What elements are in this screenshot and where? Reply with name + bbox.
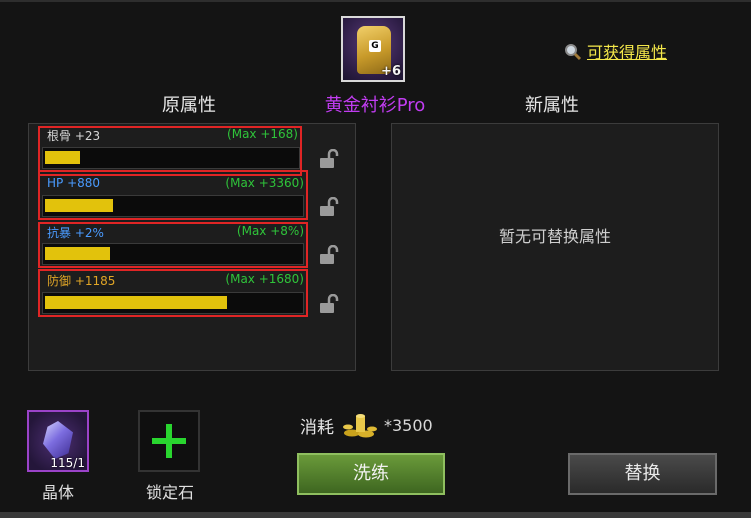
obtainable-attributes-label: 可获得属性 [587, 43, 668, 62]
original-attributes-header: 原属性 [162, 95, 216, 116]
unlock-icon[interactable] [319, 245, 341, 265]
crystal-icon [43, 421, 73, 459]
attribute-max: (Max +3360) [225, 176, 304, 190]
attribute-max: (Max +168) [227, 127, 298, 141]
crystal-slot[interactable]: 115/1 [27, 410, 89, 472]
new-attributes-header: 新属性 [525, 95, 579, 116]
plus-icon [152, 424, 186, 458]
lockstone-slot[interactable] [138, 410, 200, 472]
obtainable-attributes-link[interactable]: 可获得属性 [564, 39, 667, 63]
new-attributes-panel [391, 123, 719, 371]
attribute-label: 抗暴 +2% [47, 226, 104, 240]
crystal-label: 晶体 [41, 483, 74, 502]
attribute-bar-fill [45, 151, 80, 164]
attribute-label: 根骨 +23 [47, 129, 101, 143]
cost-value: *3500 [384, 415, 433, 435]
attribute-label: HP +880 [47, 176, 101, 190]
attribute-max: (Max +1680) [225, 272, 304, 286]
no-replaceable-attributes-message: 暂无可替换属性 [498, 227, 611, 246]
attribute-bar-track [42, 147, 300, 169]
unlock-icon[interactable] [319, 197, 341, 217]
attribute-label: 防御 +1185 [47, 274, 116, 288]
gold-coins-icon [343, 414, 377, 438]
magnifier-icon [565, 44, 582, 61]
attribute-max: (Max +8%) [236, 224, 304, 238]
attribute-bar-track [42, 195, 304, 217]
attribute-bar-track [42, 243, 304, 265]
refine-window: G +6 黄金衬衫Pro 可获得属性 原属性 新属性 根骨 +23 (Max +1… [0, 0, 751, 518]
attribute-bar-track [42, 292, 304, 314]
cost-label: 消耗 [300, 417, 334, 438]
unlock-icon[interactable] [319, 149, 341, 169]
item-name: 黄金衬衫Pro [324, 95, 426, 116]
attribute-bar-fill [45, 199, 113, 212]
attribute-bar-fill [45, 296, 227, 309]
cost-row: 消耗 *3500 [300, 412, 433, 438]
item-badge: G [369, 40, 381, 52]
crystal-count: 115/1 [50, 456, 85, 470]
replace-button[interactable]: 替换 [568, 453, 717, 495]
item-icon-golden-shirt[interactable]: G +6 [341, 16, 405, 82]
lockstone-label: 锁定石 [145, 483, 194, 502]
attribute-bar-fill [45, 247, 110, 260]
unlock-icon[interactable] [319, 294, 341, 314]
item-plus-level: +6 [381, 64, 401, 79]
wash-button[interactable]: 洗练 [297, 453, 445, 495]
